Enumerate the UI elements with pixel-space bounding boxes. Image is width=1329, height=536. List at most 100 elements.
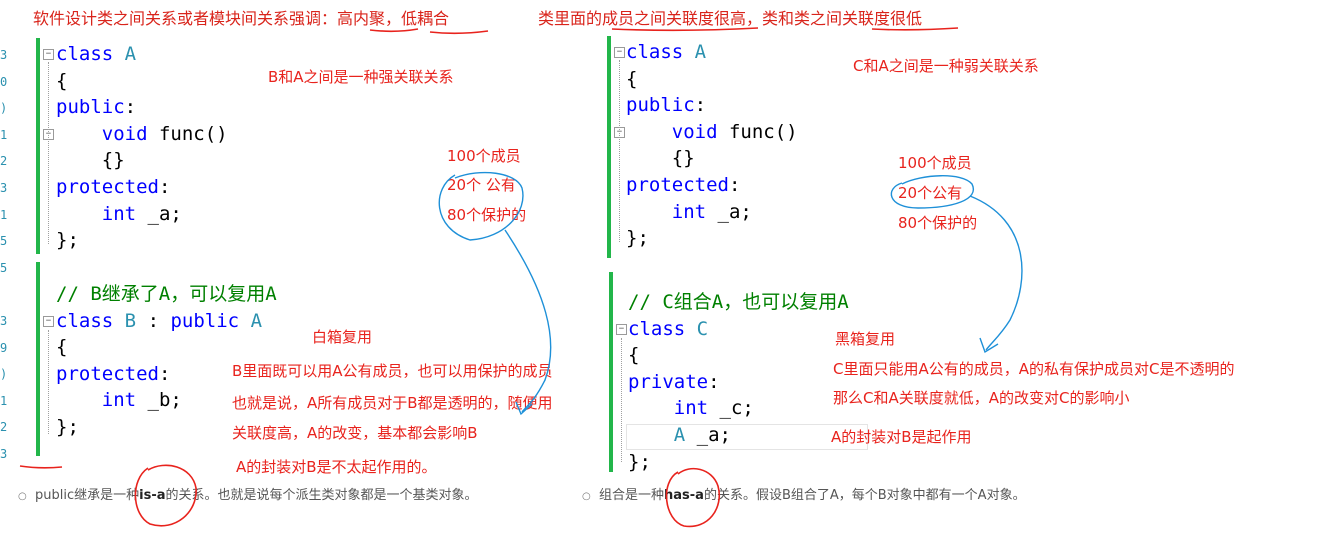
code-brace: { — [626, 67, 638, 90]
left-change-bar-1 — [36, 38, 40, 254]
bullet-text: 的关系。假设B组合了A，每个B对象中都有一个A对象。 — [703, 488, 1026, 503]
right-change-bar-1 — [607, 36, 611, 258]
keyword: protected — [626, 173, 729, 196]
keyword: int — [671, 200, 707, 223]
outline-guide — [621, 338, 622, 462]
members-note: 100个成员 — [447, 147, 521, 165]
right-change-bar-2 — [609, 272, 613, 472]
bullet-dot-icon: ○ — [18, 491, 27, 502]
code-text: {} — [671, 147, 695, 170]
class-name: A — [673, 423, 686, 446]
bullet-text: 组合是一种 — [599, 488, 665, 503]
arrow-head-icon — [979, 337, 999, 354]
code-colon: : — [158, 362, 171, 385]
code-brace: { — [56, 336, 68, 359]
keyword: class — [56, 309, 114, 332]
keyword: void — [671, 120, 718, 143]
code-text: func() — [158, 122, 228, 145]
public-note: 20个公有 — [898, 184, 963, 202]
relation-note: C和A之间是一种弱关联关系 — [853, 57, 1039, 75]
code-colon: : — [158, 175, 171, 198]
code-comment: // C组合A，也可以复用A — [628, 291, 849, 313]
keyword: public — [626, 94, 695, 117]
desc-line: A的封装对B是不太起作用的。 — [236, 458, 437, 476]
code-comment: // B继承了A，可以复用A — [56, 283, 277, 305]
left-change-bar-2 — [36, 262, 40, 456]
class-name: B — [124, 309, 137, 332]
keyword: protected — [56, 175, 159, 198]
code-text: _a; — [717, 200, 752, 223]
code-text: func() — [728, 120, 798, 143]
keyword: class — [628, 317, 686, 340]
desc-line: C里面只能用A公有的成员，A的私有保护成员对C是不透明的 — [833, 360, 1235, 378]
bullet-dot-icon: ○ — [582, 491, 591, 502]
arrow-line — [969, 195, 1023, 351]
outline-guide — [619, 60, 620, 242]
outline-guide — [48, 62, 49, 244]
code-brace: }; — [56, 415, 79, 438]
arrow-line — [504, 229, 552, 413]
keyword: class — [56, 43, 114, 65]
code-brace: { — [628, 344, 640, 367]
underline-mark — [369, 28, 419, 33]
relation-note: B和A之间是一种强关联关系 — [268, 68, 454, 86]
outline-guide — [48, 330, 49, 434]
bullet-text: public继承是一种 — [35, 488, 140, 503]
class-name: A — [250, 309, 263, 332]
collapse-icon[interactable]: − — [43, 49, 54, 60]
right-class-a-code: class A { public: void func() {} protect… — [626, 39, 798, 252]
class-name: C — [696, 317, 709, 340]
keyword: int — [101, 202, 137, 225]
bullet-text: 的关系。也就是说每个派生类对象都是一个基类对象。 — [165, 488, 478, 503]
underline-mark — [19, 465, 63, 469]
code-text: _a; — [147, 202, 182, 225]
code-text: _c; — [719, 397, 754, 420]
code-colon: : — [124, 96, 137, 119]
code-colon: : — [708, 370, 720, 393]
keyword: public — [56, 96, 125, 119]
protected-note: 80个保护的 — [898, 214, 978, 232]
is-a-bullet: ○ public继承是一种is-a的关系。也就是说每个派生类对象都是一个基类对象… — [18, 487, 478, 506]
desc-line: 关联度高，A的改变，基本都会影响B — [232, 424, 478, 442]
code-brace: }; — [626, 227, 649, 250]
code-text: _b; — [147, 389, 182, 412]
keyword: int — [673, 397, 709, 420]
desc-line: B里面既可以用A公有成员，也可以用保护的成员 — [232, 362, 553, 380]
public-note: 20个 公有 — [447, 176, 516, 194]
desc-line: 也就是说，A所有成员对于B都是透明的，随便用 — [232, 394, 553, 412]
code-colon: : — [728, 173, 741, 196]
right-class-c-code: // C组合A，也可以复用A class C { private: int _c… — [628, 289, 849, 475]
left-gutter-marks: 3 0) 1 2 3 1 5 5 3 9) 1 2 3 — [0, 48, 8, 461]
protected-note: 80个保护的 — [447, 206, 527, 224]
top-note-right: 类里面的成员之间关联度很高，类和类之间关联度很低 — [538, 9, 923, 28]
has-a-bullet: ○ 组合是一种has-a的关系。假设B组合了A，每个B对象中都有一个A对象。 — [582, 487, 1026, 506]
code-text: {} — [101, 149, 125, 172]
members-note: 100个成员 — [898, 154, 972, 172]
bullet-bold: has-a — [664, 488, 704, 503]
keyword: void — [101, 122, 148, 145]
code-text: _a; — [696, 423, 731, 446]
collapse-icon[interactable]: − — [43, 316, 54, 327]
white-box-note: 白箱复用 — [312, 328, 373, 346]
keyword: protected — [56, 362, 159, 385]
underline-mark — [429, 30, 489, 35]
left-class-b-code: // B继承了A，可以复用A class B : public A { prot… — [56, 281, 277, 441]
keyword: public — [170, 309, 240, 332]
code-brace: { — [56, 69, 68, 92]
keyword: private — [628, 370, 709, 393]
code-brace: }; — [56, 229, 79, 252]
black-box-note: 黑箱复用 — [835, 330, 896, 348]
left-class-a-code: class A { public: void func() {} protect… — [56, 41, 228, 254]
keyword: class — [626, 41, 684, 63]
code-brace: }; — [628, 450, 651, 473]
keyword: int — [101, 389, 137, 412]
bullet-bold: is-a — [139, 488, 166, 503]
class-name: A — [694, 41, 707, 63]
code-colon: : — [694, 94, 707, 117]
desc-line: A的封装对B是起作用 — [831, 428, 972, 446]
code-colon: : — [147, 309, 160, 332]
collapse-icon[interactable]: − — [616, 324, 627, 335]
collapse-icon[interactable]: − — [614, 47, 625, 58]
desc-line: 那么C和A关联度就低，A的改变对C的影响小 — [833, 389, 1130, 407]
top-note-left: 软件设计类之间关系或者模块间关系强调：高内聚，低耦合 — [33, 9, 450, 28]
